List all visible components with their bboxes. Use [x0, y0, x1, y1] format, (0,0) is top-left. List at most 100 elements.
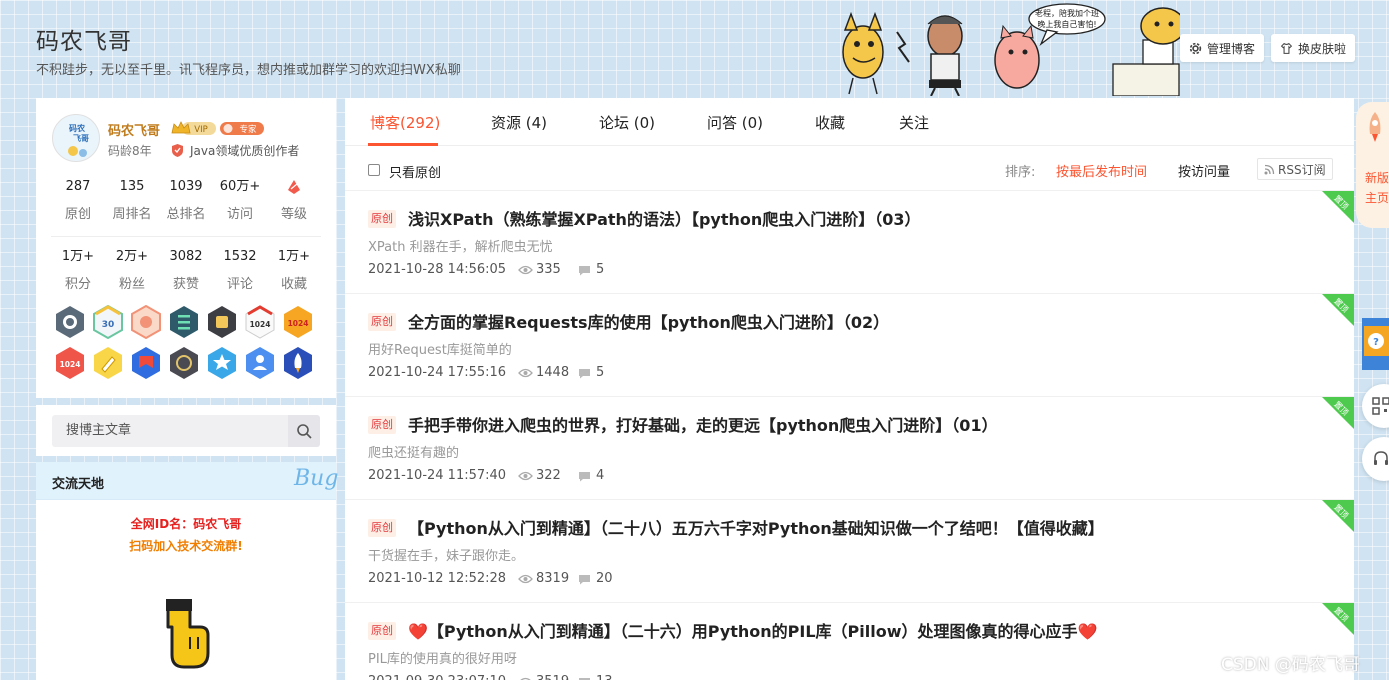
- article-comments[interactable]: 5: [596, 262, 604, 277]
- stat-visits[interactable]: 60万+ 访问: [213, 178, 267, 222]
- person-medal-icon[interactable]: [244, 346, 276, 380]
- stat-label: 粉丝: [118, 277, 145, 292]
- article-views: 335: [536, 262, 561, 277]
- svg-text:?: ?: [1373, 337, 1379, 348]
- community-scan-line: 扫码加入技术交流群!: [129, 539, 243, 553]
- stat-total-rank[interactable]: 1039 总排名: [159, 178, 213, 222]
- pinned-label: 置顶: [1332, 399, 1350, 418]
- pinned-label: 置顶: [1332, 296, 1350, 315]
- author-certification: Java领域优质创作者: [190, 144, 300, 158]
- article-comments[interactable]: 20: [596, 571, 613, 586]
- article-title[interactable]: 全方面的掌握Requests库的使用【python爬虫入门进阶】（02）: [408, 309, 889, 333]
- article-date: 2021-10-24 17:55:16: [368, 365, 507, 380]
- article-comments[interactable]: 13: [596, 674, 613, 680]
- article-title[interactable]: 【Python从入门到精通】（二十八）五万六千字对Python基础知识做一个了结…: [408, 515, 1104, 539]
- pink-medal-icon[interactable]: [130, 305, 162, 339]
- pinned-ribbon: 置顶: [1322, 603, 1354, 635]
- blog-header: 码农飞哥 不积跬步，无以至千里。讯飞程序员，想内推或加群学习的欢迎扫WX私聊 老…: [0, 0, 1389, 96]
- article-summary: 用好Request库挺简单的: [368, 343, 512, 358]
- tab-resources[interactable]: 资源 (4): [491, 112, 547, 133]
- thirty-day-medal-icon[interactable]: 30: [92, 305, 124, 339]
- stat-points[interactable]: 1万+ 积分: [51, 248, 105, 292]
- stat-original[interactable]: 287 原创: [51, 178, 105, 222]
- article-comments[interactable]: 5: [596, 365, 604, 380]
- article-date: 2021-09-30 23:07:10: [368, 674, 506, 680]
- stats-row-2: 1万+ 积分 2万+ 粉丝 3082 获赞 1532 评论 1万+ 收藏: [51, 248, 321, 292]
- 1024-medal-icon[interactable]: 1024: [244, 305, 276, 339]
- article-item[interactable]: 原创 全方面的掌握Requests库的使用【python爬虫入门进阶】（02） 用好…: [345, 294, 1354, 397]
- original-only-label[interactable]: 只看原创: [389, 162, 441, 181]
- stat-value: 1万+: [277, 249, 311, 264]
- article-item[interactable]: 原创 ❤️【Python从入门到精通】（二十六）用Python的PIL库（Pill…: [345, 603, 1354, 680]
- article-item[interactable]: 原创 浅识XPath（熟练掌握XPath的语法）【python爬虫入门进阶】（03…: [345, 191, 1354, 294]
- stat-likes[interactable]: 3082 获赞: [159, 248, 213, 292]
- 1024-red-medal-icon[interactable]: 1024: [54, 346, 86, 380]
- eye-icon: [518, 265, 533, 275]
- change-skin-label: 换皮肤啦: [1298, 41, 1347, 56]
- medal-row-2: 1024: [54, 346, 324, 380]
- pinned-ribbon: 置顶: [1322, 191, 1354, 223]
- tab-qa[interactable]: 问答 (0): [707, 112, 763, 133]
- sort-by-views[interactable]: 按访问量: [1178, 161, 1230, 180]
- shield-icon: [172, 144, 183, 157]
- bubble-line-1: 老程，陪我加个班: [1035, 8, 1099, 18]
- search-button[interactable]: [288, 415, 320, 447]
- qrcode-icon: [1372, 397, 1389, 415]
- stat-value: 3082: [169, 249, 203, 264]
- sort-by-latest[interactable]: 按最后发布时间: [1056, 161, 1147, 180]
- 1024-gold-medal-icon[interactable]: 1024: [282, 305, 314, 339]
- pen-medal-icon[interactable]: [92, 346, 124, 380]
- avatar[interactable]: 码农 飞哥: [52, 114, 100, 162]
- article-date: 2021-10-28 14:56:05: [368, 262, 507, 277]
- stat-favorites[interactable]: 1万+ 收藏: [267, 248, 321, 292]
- article-title[interactable]: 手把手带你进入爬虫的世界，打好基础，走的更远【python爬虫入门进阶】（01）: [408, 412, 998, 436]
- article-title[interactable]: ❤️【Python从入门到精通】（二十六）用Python的PIL库（Pillow…: [408, 618, 1097, 642]
- bubble-line-2: 晚上我自己害怕!: [1037, 19, 1096, 29]
- article-item[interactable]: 原创 手把手带你进入爬虫的世界，打好基础，走的更远【python爬虫入门进阶】（0…: [345, 397, 1354, 500]
- article-title[interactable]: 浅识XPath（熟练掌握XPath的语法）【python爬虫入门进阶】（03）: [408, 206, 921, 230]
- eye-icon: [520, 677, 531, 680]
- expert-badge: 专家: [220, 122, 264, 135]
- tab-blog[interactable]: 博客(292): [370, 112, 440, 133]
- original-badge: 原创: [368, 313, 396, 331]
- flag-medal-icon[interactable]: [130, 346, 162, 380]
- search-input[interactable]: 搜博主文章: [52, 415, 288, 447]
- dark-medal-icon[interactable]: [206, 305, 238, 339]
- article-views: 8319: [536, 571, 570, 586]
- qrcode-button[interactable]: [1362, 384, 1389, 428]
- new-homepage-tab[interactable]: 新版主页: [1356, 102, 1389, 228]
- customer-service-button[interactable]: [1362, 437, 1389, 481]
- rss-subscribe-button[interactable]: RSS订阅: [1257, 158, 1333, 180]
- circle-medal-icon[interactable]: [168, 346, 200, 380]
- article-summary: XPath 利器在手，解析爬虫无忧: [368, 240, 553, 255]
- article-date: 2021-10-24 11:57:40: [368, 468, 507, 483]
- header-cartoon-illustration: 老程，陪我加个班 晚上我自己害怕!: [842, 3, 1180, 96]
- tab-following[interactable]: 关注: [899, 112, 929, 133]
- stat-week-rank[interactable]: 135 周排名: [105, 178, 159, 222]
- article-comments[interactable]: 4: [596, 468, 604, 483]
- rocket-medal-icon[interactable]: [282, 346, 314, 380]
- tab-favorites[interactable]: 收藏: [815, 112, 845, 133]
- stat-comments[interactable]: 1532 评论: [213, 248, 267, 292]
- pinned-label: 置顶: [1332, 502, 1350, 521]
- stat-label: 收藏: [280, 277, 307, 292]
- stat-label: 总排名: [166, 207, 206, 222]
- stat-level[interactable]: 等级: [267, 178, 321, 222]
- tab-forum[interactable]: 论坛 (0): [599, 112, 655, 133]
- blog-title[interactable]: 码农飞哥: [36, 22, 132, 56]
- author-name[interactable]: 码农飞哥: [108, 120, 160, 139]
- side-promo-banner[interactable]: ?: [1358, 316, 1389, 372]
- github-medal-icon[interactable]: [54, 305, 86, 339]
- pinned-label: 置顶: [1332, 193, 1350, 212]
- stat-fans[interactable]: 2万+ 粉丝: [105, 248, 159, 292]
- change-skin-button[interactable]: 换皮肤啦: [1271, 34, 1356, 62]
- rss-icon: [1264, 164, 1275, 174]
- original-only-checkbox[interactable]: [368, 164, 380, 176]
- star-medal-icon[interactable]: [206, 346, 238, 380]
- article-item[interactable]: 原创 【Python从入门到精通】（二十八）五万六千字对Python基础知识做一个…: [345, 500, 1354, 603]
- manage-blog-button[interactable]: 管理博客: [1180, 34, 1265, 62]
- vip-label: VIP: [194, 125, 207, 135]
- list-medal-icon[interactable]: [168, 305, 200, 339]
- csdn-watermark: CSDN @码农飞哥: [1221, 655, 1360, 675]
- stat-label: 获赞: [172, 277, 199, 292]
